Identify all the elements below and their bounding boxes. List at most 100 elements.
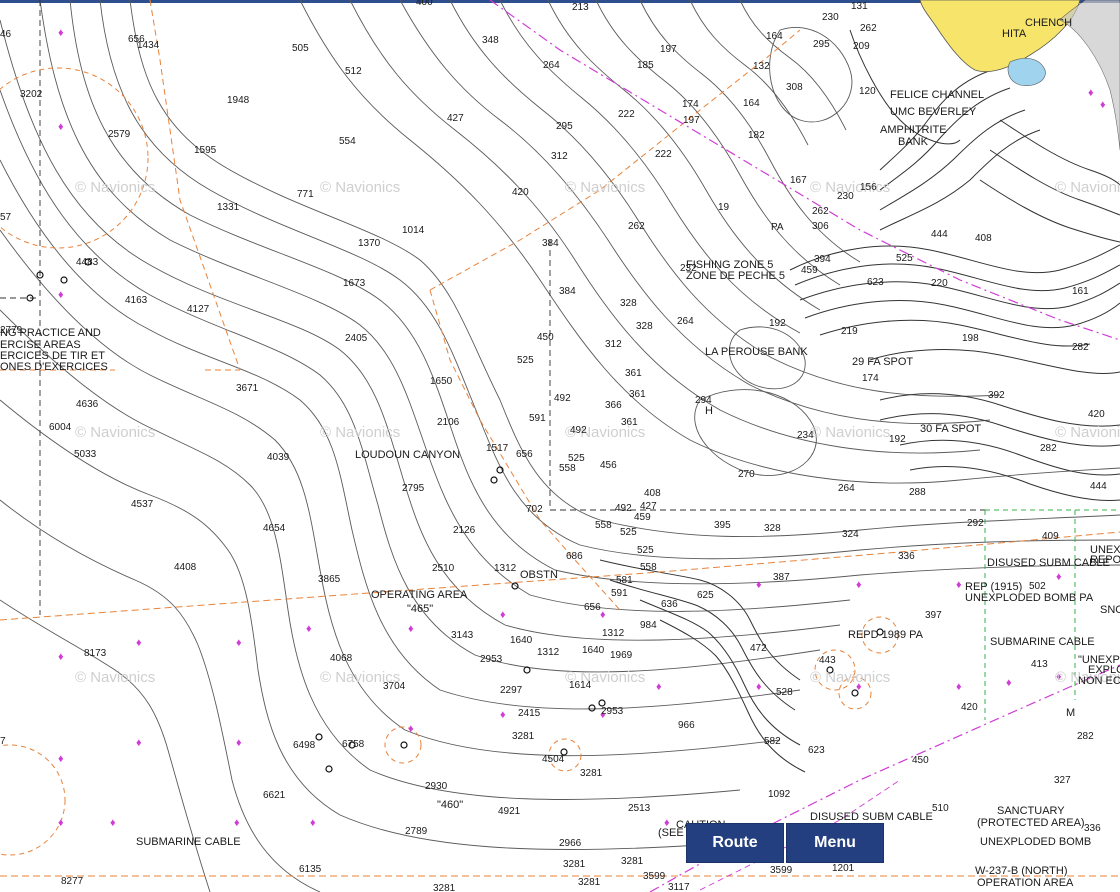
label-loudoun: LOUDOUN CANYON (355, 449, 460, 461)
svg-text:1614: 1614 (569, 680, 592, 691)
svg-text:384: 384 (542, 238, 559, 249)
svg-text:192: 192 (889, 434, 906, 445)
svg-text:3281: 3281 (433, 883, 456, 892)
label-465: "465" (407, 603, 433, 615)
label-chench: CHENCH (1025, 17, 1072, 29)
svg-text:3281: 3281 (580, 768, 603, 779)
svg-text:3202: 3202 (20, 89, 43, 100)
svg-text:57: 57 (0, 212, 12, 223)
svg-text:3281: 3281 (621, 856, 644, 867)
svg-text:46: 46 (0, 29, 12, 40)
svg-text:966: 966 (678, 720, 695, 731)
land-area (919, 0, 1081, 72)
svg-text:6004: 6004 (49, 422, 72, 433)
svg-text:3865: 3865 (318, 574, 341, 585)
svg-text:2930: 2930 (425, 781, 448, 792)
svg-text:324: 324 (842, 529, 859, 540)
nautical-chart-map[interactable]: ♦♦♦ ♦♦♦ ♦♦♦ ♦♦♦ ♦♦♦ ♦♦♦ ♦♦♦ ♦ ♦ ♦ ♦ ♦♦ ♦♦ ♦ … (0, 0, 1120, 892)
svg-text:444: 444 (931, 229, 948, 240)
svg-text:© Navionics: © Navionics (810, 669, 890, 686)
svg-text:1673: 1673 (343, 278, 366, 289)
label-noecl: NON ECL (1078, 675, 1120, 687)
svg-text:220: 220 (931, 278, 948, 289)
svg-text:♦: ♦ (856, 579, 862, 591)
svg-text:408: 408 (975, 233, 992, 244)
svg-text:525: 525 (637, 545, 654, 556)
svg-text:3599: 3599 (643, 871, 666, 882)
label-exercices: ONES D'EXERCICES (0, 361, 108, 373)
svg-text:294: 294 (695, 395, 712, 406)
svg-text:328: 328 (636, 321, 653, 332)
svg-text:♦: ♦ (136, 637, 142, 649)
svg-text:591: 591 (529, 413, 546, 424)
svg-text:♦: ♦ (1088, 87, 1094, 99)
svg-text:408: 408 (644, 488, 661, 499)
svg-text:525: 525 (620, 527, 637, 538)
svg-text:264: 264 (838, 483, 855, 494)
svg-text:292: 292 (967, 518, 984, 529)
svg-text:443: 443 (819, 655, 836, 666)
svg-text:348: 348 (482, 35, 499, 46)
svg-text:♦: ♦ (58, 27, 64, 39)
svg-text:492: 492 (570, 425, 587, 436)
svg-text:6135: 6135 (299, 864, 322, 875)
menu-button[interactable]: Menu (786, 823, 884, 863)
svg-text:361: 361 (625, 368, 642, 379)
svg-text:♦: ♦ (656, 681, 662, 693)
svg-text:♦: ♦ (58, 289, 64, 301)
svg-text:328: 328 (764, 523, 781, 534)
svg-text:295: 295 (556, 121, 573, 132)
svg-text:♦: ♦ (58, 121, 64, 133)
svg-text:456: 456 (600, 460, 617, 471)
svg-text:510: 510 (932, 803, 949, 814)
svg-text:2106: 2106 (437, 417, 460, 428)
svg-text:3599: 3599 (770, 865, 793, 876)
svg-text:450: 450 (912, 755, 929, 766)
svg-text:392: 392 (988, 390, 1005, 401)
svg-text:222: 222 (655, 149, 672, 160)
svg-text:3143: 3143 (451, 630, 474, 641)
svg-text:591: 591 (611, 588, 628, 599)
svg-text:185: 185 (637, 60, 654, 71)
svg-text:167: 167 (790, 175, 807, 186)
svg-text:234: 234 (797, 430, 814, 441)
svg-text:262: 262 (860, 23, 877, 34)
svg-text:1312: 1312 (494, 563, 517, 574)
label-operation-area: OPERATION AREA (977, 877, 1074, 889)
svg-text:306: 306 (812, 221, 829, 232)
svg-text:1650: 1650 (430, 376, 453, 387)
svg-text:♦: ♦ (306, 623, 312, 635)
svg-text:558: 558 (559, 463, 576, 474)
svg-text:528: 528 (776, 687, 793, 698)
map-action-bar: Route Menu (686, 823, 884, 863)
svg-text:132: 132 (753, 61, 770, 72)
label-sanctuary: SANCTUARY (997, 805, 1065, 817)
svg-text:2126: 2126 (453, 525, 476, 536)
svg-text:656: 656 (516, 449, 533, 460)
svg-text:© Navionics: © Navionics (75, 669, 155, 686)
svg-text:1331: 1331 (217, 202, 240, 213)
svg-text:131: 131 (851, 1, 868, 12)
svg-text:2405: 2405 (345, 333, 368, 344)
svg-text:1312: 1312 (537, 647, 560, 658)
svg-text:558: 558 (595, 520, 612, 531)
svg-text:4654: 4654 (263, 523, 286, 534)
svg-text:397: 397 (925, 610, 942, 621)
label-m: M (1066, 707, 1075, 719)
label-repo-right: REPO (1090, 554, 1120, 566)
label-disused-cable-2: DISUSED SUBM CABLE (810, 811, 933, 823)
svg-text:623: 623 (867, 277, 884, 288)
svg-text:270: 270 (738, 469, 755, 480)
svg-text:686: 686 (566, 551, 583, 562)
route-button[interactable]: Route (686, 823, 784, 863)
label-hita: HITA (1002, 28, 1027, 40)
svg-text:♦: ♦ (236, 637, 242, 649)
svg-text:1517: 1517 (486, 443, 509, 454)
svg-text:3704: 3704 (383, 681, 406, 692)
svg-text:1312: 1312 (602, 628, 625, 639)
svg-text:© Navionics: © Navionics (75, 179, 155, 196)
svg-text:525: 525 (896, 253, 913, 264)
svg-text:164: 164 (766, 31, 783, 42)
wreck-markers (26, 258, 884, 773)
svg-text:© Navionics: © Navionics (75, 424, 155, 441)
